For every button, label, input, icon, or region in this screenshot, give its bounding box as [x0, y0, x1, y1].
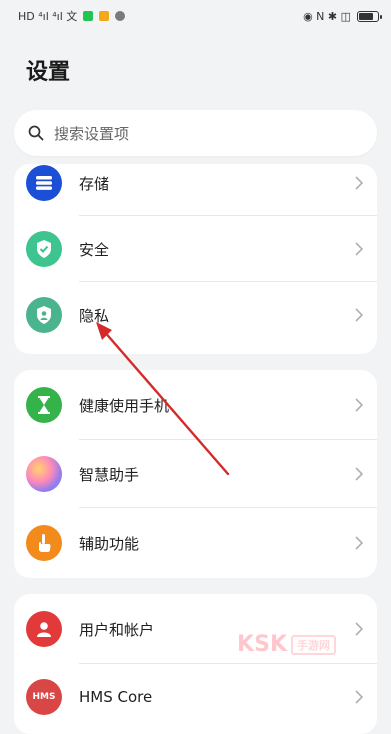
chevron-right-icon	[355, 242, 363, 256]
watermark: KSK 手游网	[237, 632, 336, 657]
privacy-shield-icon	[26, 297, 62, 333]
settings-item-accessibility[interactable]: 辅助功能	[14, 508, 377, 578]
settings-group-3: 用户和帐户 HMS HMS Core	[14, 594, 377, 734]
chevron-right-icon	[355, 622, 363, 636]
settings-item-health[interactable]: 健康使用手机	[14, 370, 377, 440]
page-title: 设置	[26, 60, 71, 85]
search-placeholder: 搜索设置项	[54, 124, 130, 143]
chevron-right-icon	[355, 308, 363, 322]
settings-item-assistant[interactable]: 智慧助手	[14, 440, 377, 508]
hms-icon-text: HMS	[32, 692, 56, 702]
chevron-right-icon	[355, 536, 363, 550]
settings-item-security[interactable]: 安全	[14, 216, 377, 282]
location-icon	[115, 11, 126, 21]
chevron-right-icon	[355, 398, 363, 412]
hms-icon: HMS	[26, 679, 62, 715]
watermark-site: 手游网	[291, 634, 336, 655]
settings-item-label: 智慧助手	[79, 465, 140, 484]
assistant-orb-icon	[26, 456, 62, 492]
status-indicator-text: ◉ N ✱ ◫	[303, 9, 351, 23]
settings-group-2: 健康使用手机 智慧助手 辅助功能	[14, 370, 377, 578]
search-icon	[28, 125, 44, 141]
search-bar[interactable]: 搜索设置项	[14, 110, 377, 156]
status-left: HD ⁴ıl ⁴ıl 文	[18, 8, 126, 24]
status-signal-text: HD ⁴ıl ⁴ıl 文	[18, 10, 78, 23]
settings-item-hms-core[interactable]: HMS HMS Core	[14, 664, 377, 730]
status-bar: HD ⁴ıl ⁴ıl 文 ◉ N ✱ ◫	[0, 0, 391, 32]
chevron-right-icon	[355, 690, 363, 704]
chevron-right-icon	[355, 176, 363, 190]
settings-item-label: 用户和帐户	[79, 620, 155, 639]
hand-pointer-icon	[26, 525, 62, 561]
wechat-notification-icon	[83, 11, 94, 21]
settings-group-1: 存储 安全 隐私	[14, 164, 377, 354]
watermark-brand: KSK	[237, 632, 287, 657]
user-icon	[26, 611, 62, 647]
settings-item-label: HMS Core	[79, 688, 153, 706]
hourglass-icon	[26, 387, 62, 423]
settings-item-label: 隐私	[79, 306, 110, 325]
status-right: ◉ N ✱ ◫	[303, 9, 382, 23]
settings-item-storage[interactable]: 存储	[14, 164, 377, 216]
settings-item-label: 健康使用手机	[79, 396, 170, 415]
settings-item-privacy[interactable]: 隐私	[14, 282, 377, 348]
settings-item-label: 安全	[79, 240, 110, 259]
chevron-right-icon	[355, 467, 363, 481]
storage-icon	[26, 165, 62, 201]
settings-item-label: 存储	[79, 174, 110, 193]
battery-icon	[357, 10, 382, 22]
shield-check-icon	[26, 231, 62, 267]
app-notification-icon	[99, 11, 110, 21]
settings-item-label: 辅助功能	[79, 534, 140, 553]
